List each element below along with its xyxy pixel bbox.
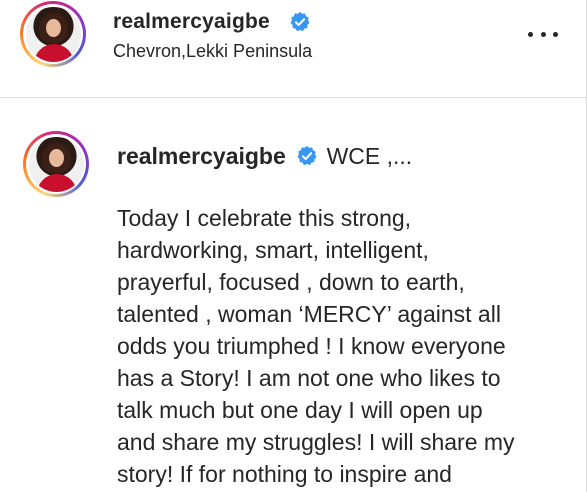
caption-line: odds you triumphed ! I know everyone xyxy=(117,333,506,359)
story-ring-avatar[interactable] xyxy=(20,1,86,67)
caption-line: Today I celebrate this strong, xyxy=(117,205,412,231)
caption-verified-icon xyxy=(297,145,317,166)
more-options-icon[interactable] xyxy=(528,26,558,42)
caption-line: hardworking, smart, intelligent, xyxy=(117,237,429,263)
caption-story-ring[interactable] xyxy=(23,131,89,197)
post-header: realmercyaigbe Chevron,Lekki Peninsula xyxy=(0,0,586,98)
caption-line: prayerful, focused , down to earth, xyxy=(117,269,465,295)
avatar[interactable] xyxy=(25,6,81,62)
verified-badge-icon xyxy=(290,11,310,32)
caption-text: Today I celebrate this strong, hardworki… xyxy=(117,202,557,490)
caption-intro: WCE ,... xyxy=(326,143,413,169)
caption-line: talented , woman ‘MERCY’ against all xyxy=(117,301,501,327)
caption-line: talk much but one day I will open up xyxy=(117,397,483,423)
caption-username[interactable]: realmercyaigbe xyxy=(117,143,286,169)
caption-avatar[interactable] xyxy=(28,136,84,192)
caption-line: and share my struggles! I will share my xyxy=(117,429,515,455)
location-link[interactable]: Chevron,Lekki Peninsula xyxy=(113,41,312,62)
header-username[interactable]: realmercyaigbe xyxy=(113,10,270,34)
caption-line: story! If for nothing to inspire and xyxy=(117,461,452,487)
caption-line: has a Story! I am not one who likes to xyxy=(117,365,501,391)
caption-heading: realmercyaigbe WCE ,... xyxy=(117,143,412,170)
